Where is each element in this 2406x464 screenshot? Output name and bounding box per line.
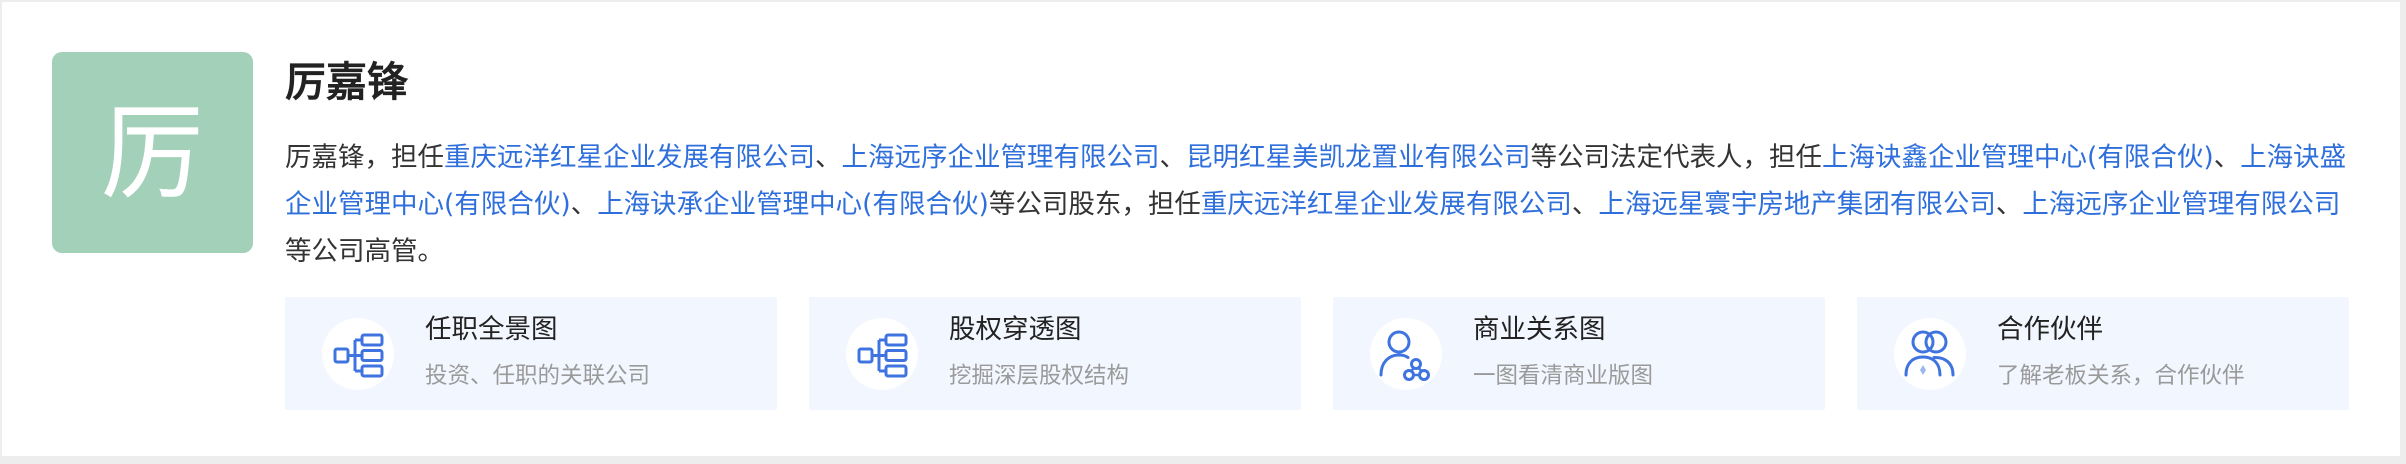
tile-title: 任职全景图 — [425, 314, 558, 345]
description-text: 、 — [1995, 189, 2023, 220]
company-link[interactable]: 上海远序企业管理有限公司 — [842, 142, 1160, 173]
tile-subtitle: 挖掘深层股权结构 — [949, 363, 1130, 389]
person-network-icon — [1370, 318, 1442, 390]
description-text: 、 — [2213, 142, 2241, 173]
description-text: 等公司股东，担任 — [988, 189, 1201, 220]
company-link[interactable]: 上海诀鑫企业管理中心(有限合伙) — [1822, 142, 2214, 173]
tile-equity-penetration[interactable]: 股权穿透图 挖掘深层股权结构 — [809, 297, 1301, 410]
tile-business-relations[interactable]: 商业关系图 一图看清商业版图 — [1333, 297, 1825, 410]
company-link[interactable]: 上海远序企业管理有限公司 — [2022, 189, 2340, 220]
description-text: 厉嘉锋，担任 — [285, 142, 444, 173]
description-text: 、 — [1159, 142, 1187, 173]
description-text: 、 — [815, 142, 842, 173]
company-link[interactable]: 上海远星寰宇房地产集团有限公司 — [1598, 189, 1996, 220]
tile-position-overview[interactable]: 任职全景图 投资、任职的关联公司 — [285, 297, 777, 410]
tile-subtitle: 了解老板关系，合作伙伴 — [1997, 363, 2245, 389]
partners-icon — [1894, 318, 1966, 390]
tile-title: 商业关系图 — [1473, 314, 1606, 345]
person-description: 厉嘉锋，担任重庆远洋红星企业发展有限公司、上海远序企业管理有限公司、昆明红星美凯… — [285, 134, 2355, 275]
company-link[interactable]: 重庆远洋红星企业发展有限公司 — [1201, 189, 1572, 220]
tile-partners[interactable]: 合作伙伴 了解老板关系，合作伙伴 — [1857, 297, 2349, 410]
person-name[interactable]: 厉嘉锋 — [285, 52, 408, 112]
person-card: 厉 厉嘉锋 厉嘉锋，担任重庆远洋红星企业发展有限公司、上海远序企业管理有限公司、… — [2, 2, 2400, 456]
description-text: 等公司高管。 — [285, 236, 444, 267]
tile-subtitle: 投资、任职的关联公司 — [425, 363, 651, 389]
description-text: 、 — [1571, 189, 1599, 220]
company-link[interactable]: 昆明红星美凯龙置业有限公司 — [1186, 142, 1531, 173]
tile-title: 合作伙伴 — [1997, 314, 2103, 345]
description-text: 、 — [570, 189, 598, 220]
equity-tree-icon — [846, 318, 918, 390]
company-link[interactable]: 重庆远洋红星企业发展有限公司 — [444, 142, 815, 173]
avatar: 厉 — [52, 52, 253, 253]
tile-title: 股权穿透图 — [949, 314, 1082, 345]
tile-subtitle: 一图看清商业版图 — [1473, 363, 1654, 389]
company-link[interactable]: 上海诀承企业管理中心(有限合伙) — [597, 189, 989, 220]
org-tree-icon — [322, 318, 394, 390]
description-text: 等公司法定代表人，担任 — [1530, 142, 1823, 173]
